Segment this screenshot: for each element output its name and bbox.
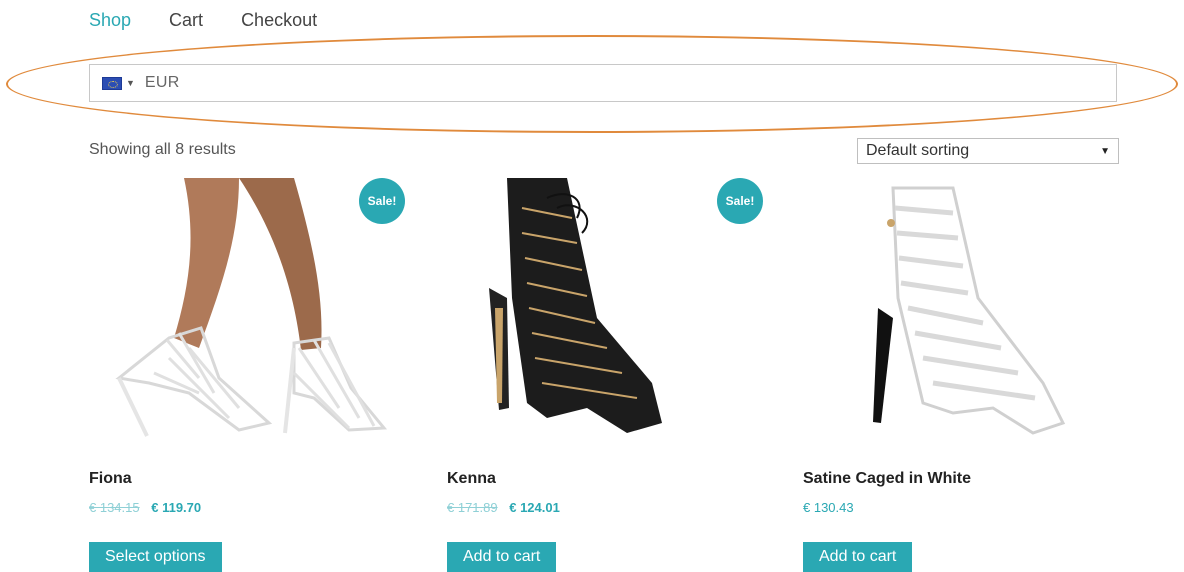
chevron-down-icon: ▼ [1100,145,1110,157]
nav-shop[interactable]: Shop [89,10,131,31]
add-to-cart-button[interactable]: Add to cart [803,542,913,572]
heels-on-legs-image [115,178,388,437]
product-image[interactable] [803,178,1123,446]
sale-badge: Sale! [717,178,763,224]
eu-flag-icon [102,76,122,90]
product-image[interactable]: Sale! [89,178,409,446]
product-image[interactable]: Sale! [447,178,767,446]
black-boot-image [489,178,662,433]
add-to-cart-button[interactable]: Add to cart [447,542,557,572]
nav-cart[interactable]: Cart [169,10,203,31]
chevron-down-icon: ▼ [126,78,135,88]
old-price: € 134.15 [89,500,140,515]
product-name[interactable]: Satine Caged in White [803,470,971,488]
product-price: € 171.89 € 124.01 [447,500,560,515]
select-options-button[interactable]: Select options [89,542,222,572]
results-count: Showing all 8 results [89,141,236,158]
product-price: € 134.15 € 119.70 [89,500,201,515]
product-card: Sale! Kenna € 171.89 € 124.01 Add to car… [447,178,767,572]
sale-price: € 124.01 [509,500,560,515]
currency-switcher[interactable]: ▼ EUR [89,64,1117,102]
sorting-select[interactable]: Default sorting ▼ [857,138,1119,164]
product-price: € 130.43 [803,500,854,515]
white-sandal-image [873,186,1066,435]
product-card: Sale! Fiona € 134.15 € 119.70 Select opt… [89,178,409,572]
sorting-selected-value: Default sorting [866,142,970,159]
product-card: Satine Caged in White € 130.43 Add to ca… [803,178,1123,572]
top-nav: Shop Cart Checkout [89,10,317,31]
currency-value: EUR [144,74,180,91]
old-price: € 171.89 [447,500,498,515]
product-name[interactable]: Fiona [89,470,132,488]
regular-price: € 130.43 [803,500,854,515]
nav-checkout[interactable]: Checkout [241,10,317,31]
product-name[interactable]: Kenna [447,470,496,488]
sale-price: € 119.70 [151,500,202,515]
sale-badge: Sale! [359,178,405,224]
